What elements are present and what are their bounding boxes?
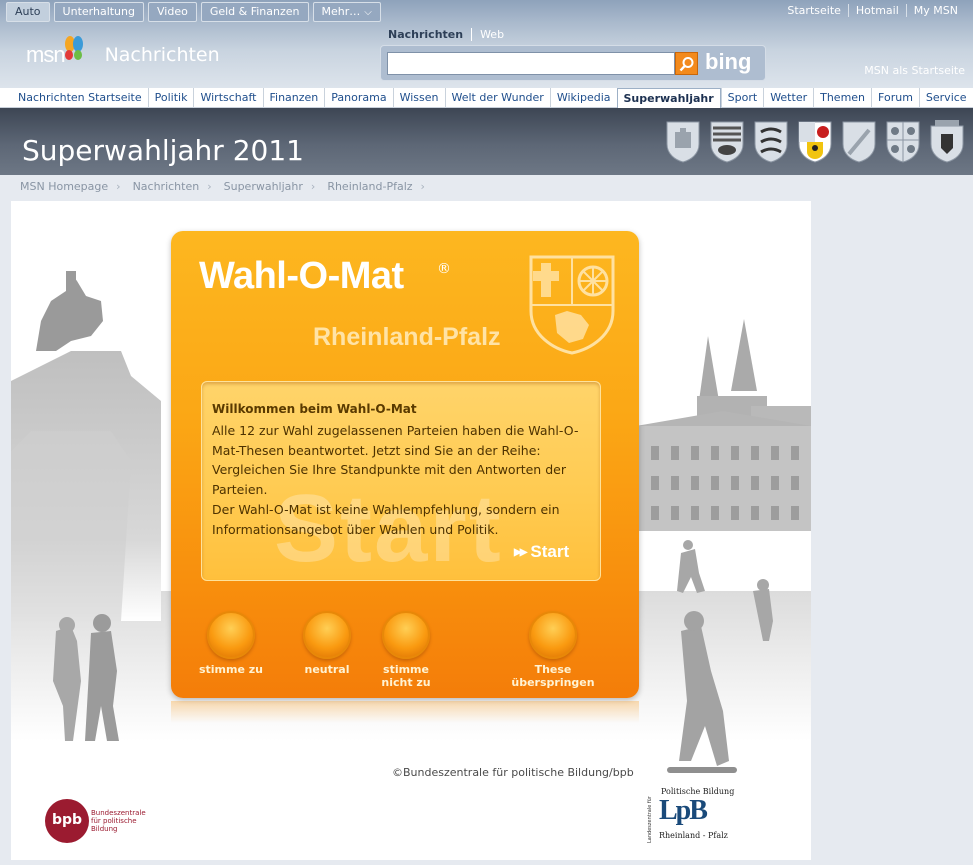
lpb-logo[interactable]: Landeszentrale für Politische Bildung Lp… <box>647 787 747 845</box>
state-crests <box>665 120 965 164</box>
welcome-panel: Start Willkommen beim Wahl-O-Mat Alle 12… <box>201 381 601 581</box>
welcome-heading: Willkommen beim Wahl-O-Mat <box>212 402 417 416</box>
search-box: bing <box>380 45 766 81</box>
option-label: stimme nicht zu <box>381 663 431 689</box>
top-nav-geld-finanzen[interactable]: Geld & Finanzen <box>200 2 309 22</box>
lpb-side-text: Landeszentrale für <box>647 796 653 843</box>
category-nav-item[interactable]: Sport <box>720 88 764 108</box>
search-button[interactable] <box>675 52 698 75</box>
search-tabs: Nachrichten Web <box>388 28 512 41</box>
category-nav-item[interactable]: Nachrichten Startseite <box>12 88 148 108</box>
category-nav-item[interactable]: Finanzen <box>262 88 325 108</box>
hamburg-crest-icon[interactable] <box>665 120 701 164</box>
option-neutral[interactable]: neutral <box>282 611 372 676</box>
msn-logo[interactable]: msn Nachrichten <box>26 36 220 68</box>
option-ball[interactable] <box>303 611 351 659</box>
berlin-crest-icon[interactable] <box>929 120 965 164</box>
hotmail-link[interactable]: Hotmail <box>847 4 906 17</box>
bpb-logo-mark: bpb <box>45 799 89 843</box>
search-input[interactable] <box>387 52 675 75</box>
bpb-logo-text: Bundeszentrale für politische Bildung <box>91 809 146 833</box>
wahlomat-title: Wahl-O-Mat <box>199 255 404 297</box>
option-ball[interactable] <box>382 611 430 659</box>
breadcrumb-rheinland-pfalz[interactable]: Rheinland-Pfalz <box>327 180 412 193</box>
rheinland-pfalz-crest-icon <box>529 255 615 355</box>
search-icon <box>679 57 694 72</box>
top-nav-video[interactable]: Video <box>148 2 197 22</box>
lpb-bottom-text: Rheinland - Pfalz <box>659 831 728 840</box>
bing-logo: bing <box>705 49 751 75</box>
top-nav-unterhaltung[interactable]: Unterhaltung <box>53 2 144 22</box>
double-arrow-right-icon: ▶▶ <box>514 546 527 558</box>
wahlomat-card: Wahl-O-Mat ® Rheinland-Pfalz Start Willk… <box>171 231 639 698</box>
registered-mark: ® <box>437 261 451 277</box>
chevron-right-icon: › <box>310 180 316 193</box>
superwahljahr-banner: Superwahljahr 2011 <box>0 108 973 175</box>
top-nav-mehr[interactable]: Mehr… ⌵ <box>312 2 381 22</box>
lpb-mark: LpB <box>659 795 708 826</box>
option-ball[interactable] <box>207 611 255 659</box>
start-button[interactable]: ▶▶ Start <box>514 542 569 562</box>
baden-wuerttemberg-crest-icon[interactable] <box>753 120 789 164</box>
top-nav: Auto Unterhaltung Video Geld & Finanzen … <box>6 2 381 22</box>
category-nav-item[interactable]: Forum <box>871 88 919 108</box>
chevron-right-icon: › <box>207 180 212 193</box>
start-button-label: Start <box>530 542 570 561</box>
category-nav-item[interactable]: Wirtschaft <box>193 88 262 108</box>
category-nav-item[interactable]: Superwahljahr <box>616 88 721 108</box>
top-nav-mehr-label: Mehr… <box>321 5 361 18</box>
sachsen-anhalt-crest-icon[interactable] <box>709 120 745 164</box>
msn-wordmark: msn <box>26 42 66 67</box>
category-nav-item[interactable]: Politik <box>147 88 194 108</box>
wahlomat-content: Wahl-O-Mat ® Rheinland-Pfalz Start Willk… <box>11 201 811 860</box>
msn-butterfly-icon <box>64 36 83 60</box>
option-label: stimme zu <box>198 663 264 676</box>
breadcrumb-nachrichten[interactable]: Nachrichten <box>133 180 200 193</box>
category-nav-item[interactable]: Wissen <box>392 88 445 108</box>
rheinland-pfalz-crest-icon[interactable] <box>797 120 833 164</box>
bremen-crest-icon[interactable] <box>841 120 877 164</box>
category-nav-item[interactable]: Wetter <box>763 88 813 108</box>
category-nav-item[interactable]: Welt der Wunder <box>444 88 550 108</box>
chevron-down-icon: ⌵ <box>364 7 372 18</box>
mecklenburg-vorpommern-crest-icon[interactable] <box>885 120 921 164</box>
option-stimme-nicht-zu[interactable]: stimme nicht zu <box>361 611 451 689</box>
option-stimme-zu[interactable]: stimme zu <box>186 611 276 676</box>
category-nav-item[interactable]: Wikipedia <box>549 88 617 108</box>
category-nav: Nachrichten Startseite Politik Wirtschaft F… <box>0 88 973 108</box>
startseite-link[interactable]: Startseite <box>780 4 848 17</box>
top-nav-auto[interactable]: Auto <box>6 2 50 22</box>
option-label: neutral <box>304 663 350 676</box>
breadcrumb-msn-homepage[interactable]: MSN Homepage <box>20 180 108 193</box>
section-title: Nachrichten <box>104 44 220 66</box>
breadcrumb-superwahljahr[interactable]: Superwahljahr <box>224 180 303 193</box>
account-links: Startseite Hotmail My MSN <box>780 4 965 17</box>
msn-header: Auto Unterhaltung Video Geld & Finanzen … <box>0 0 973 88</box>
card-reflection <box>171 701 639 723</box>
option-label: These überspringen <box>511 663 595 689</box>
category-nav-item[interactable]: Themen <box>813 88 871 108</box>
copyright-text: ©Bundeszentrale für politische Bildung/b… <box>392 766 634 779</box>
banner-title: Superwahljahr 2011 <box>22 134 304 167</box>
category-nav-item[interactable]: Panorama <box>324 88 392 108</box>
chevron-right-icon: › <box>116 180 121 193</box>
category-nav-item[interactable]: Service <box>918 88 973 108</box>
msn-als-startseite-link[interactable]: MSN als Startseite <box>864 64 965 77</box>
option-ball[interactable] <box>529 611 577 659</box>
bing-wordmark: bing <box>705 49 752 74</box>
wahlomat-subtitle: Rheinland-Pfalz <box>313 323 501 351</box>
chevron-right-icon: › <box>420 180 425 193</box>
bpb-logo[interactable]: bpb Bundeszentrale für politische Bildun… <box>45 799 151 843</box>
my-msn-link[interactable]: My MSN <box>905 4 965 17</box>
breadcrumb: MSN Homepage › Nachrichten › Superwahljahr… <box>20 180 437 193</box>
search-tab-web[interactable]: Web <box>472 28 512 41</box>
option-these-ueberspringen[interactable]: These überspringen <box>498 611 608 689</box>
welcome-text: Alle 12 zur Wahl zugelassenen Parteien h… <box>212 423 579 537</box>
search-tab-nachrichten[interactable]: Nachrichten <box>388 28 473 41</box>
